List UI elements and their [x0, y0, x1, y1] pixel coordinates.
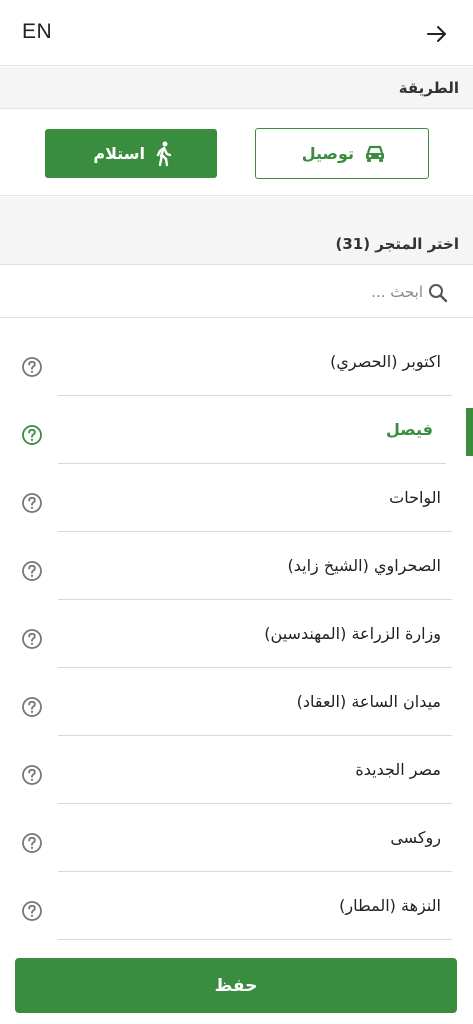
- store-name: النزهة (المطار): [339, 896, 441, 915]
- store-title: اختر المتجر (31): [335, 235, 459, 253]
- store-item[interactable]: روكسى: [0, 804, 473, 872]
- delivery-button[interactable]: توصيل: [255, 128, 429, 179]
- selection-indicator: [466, 408, 473, 456]
- delivery-label: توصيل: [301, 144, 354, 163]
- help-icon[interactable]: [21, 424, 43, 446]
- store-item[interactable]: ميدان الساعة (العقاد): [0, 668, 473, 736]
- store-name: مصر الجديدة: [355, 760, 441, 779]
- method-section-header: الطريقة: [0, 67, 473, 109]
- store-item-selected[interactable]: فيصل: [0, 396, 473, 464]
- divider: [58, 939, 452, 940]
- store-name: اكتوبر (الحصري): [330, 352, 441, 371]
- method-title: الطريقة: [398, 79, 459, 97]
- store-name: وزارة الزراعة (المهندسين): [264, 624, 441, 643]
- store-name: ميدان الساعة (العقاد): [296, 692, 441, 711]
- store-name: الصحراوي (الشيخ زايد): [287, 556, 441, 575]
- search-bar: [0, 266, 473, 318]
- pickup-button[interactable]: استلام: [45, 129, 217, 178]
- walking-person-icon: [156, 141, 172, 166]
- help-icon[interactable]: [21, 900, 43, 922]
- store-section-header: اختر المتجر (31): [0, 197, 473, 265]
- arrow-right-icon[interactable]: [425, 22, 449, 46]
- method-options: توصيل استلام: [0, 110, 473, 196]
- help-icon[interactable]: [21, 764, 43, 786]
- top-bar: EN: [0, 0, 473, 66]
- store-item[interactable]: وزارة الزراعة (المهندسين): [0, 600, 473, 668]
- store-item[interactable]: الواحات: [0, 464, 473, 532]
- store-list: اكتوبر (الحصري) فيصل الواحات الصحراوي (ا…: [0, 328, 473, 940]
- pickup-label: استلام: [93, 144, 145, 163]
- car-icon: [366, 145, 384, 162]
- search-icon: [429, 284, 448, 303]
- save-button[interactable]: حفظ: [15, 958, 457, 1013]
- store-name: روكسى: [390, 828, 441, 847]
- search-input[interactable]: [43, 279, 423, 305]
- store-item[interactable]: الصحراوي (الشيخ زايد): [0, 532, 473, 600]
- store-name: فيصل: [385, 420, 433, 439]
- store-item[interactable]: النزهة (المطار): [0, 872, 473, 940]
- language-toggle[interactable]: EN: [22, 20, 52, 44]
- store-item[interactable]: اكتوبر (الحصري): [0, 328, 473, 396]
- help-icon[interactable]: [21, 560, 43, 582]
- help-icon[interactable]: [21, 832, 43, 854]
- help-icon[interactable]: [21, 356, 43, 378]
- help-icon[interactable]: [21, 628, 43, 650]
- store-item[interactable]: مصر الجديدة: [0, 736, 473, 804]
- help-icon[interactable]: [21, 492, 43, 514]
- store-name: الواحات: [389, 488, 441, 507]
- help-icon[interactable]: [21, 696, 43, 718]
